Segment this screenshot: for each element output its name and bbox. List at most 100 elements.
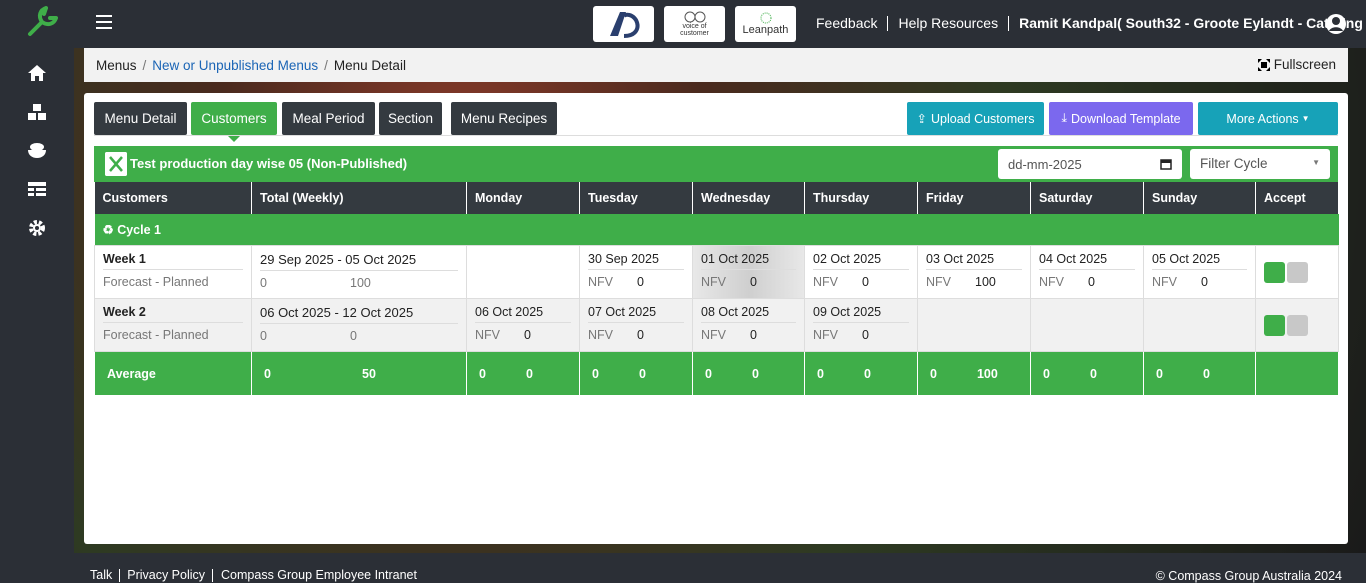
day-cell: 03 Oct 2025 NFV 100 (917, 245, 1031, 299)
upload-customers-button[interactable]: ⇪ Upload Customers (907, 102, 1044, 135)
filter-cycle-select[interactable]: Filter Cycle ▼ (1190, 149, 1330, 179)
user-avatar-icon[interactable] (1325, 13, 1347, 35)
nfv-label: NFV (1039, 275, 1064, 289)
feedback-link[interactable]: Feedback (816, 16, 889, 31)
date-input[interactable]: dd-mm-2025 (998, 149, 1182, 179)
footer-talk-link[interactable]: Talk (90, 569, 121, 582)
day-value[interactable]: 100 (975, 275, 996, 289)
day-value[interactable]: 0 (862, 275, 869, 289)
forecast-value: 0 (260, 329, 267, 343)
avg-a: 0 (705, 366, 712, 381)
header-saturday: Saturday (1030, 182, 1144, 214)
day-value[interactable]: 0 (637, 275, 644, 289)
breadcrumb-current: Menu Detail (333, 57, 406, 73)
nfv-label: NFV (813, 275, 838, 289)
voice-of-customer-logo[interactable]: voice of customer (664, 6, 725, 42)
day-value[interactable]: 0 (1201, 275, 1208, 289)
day-value[interactable]: 0 (862, 328, 869, 342)
header-customers: Customers (94, 182, 252, 214)
accept-cell (1255, 298, 1339, 352)
home-icon[interactable] (26, 62, 48, 84)
average-day: 00 (579, 351, 693, 396)
footer: Talk Privacy Policy Compass Group Employ… (74, 553, 1366, 583)
nfv-label: NFV (701, 275, 726, 289)
edit-icon[interactable] (1264, 315, 1285, 336)
average-accept (1255, 351, 1339, 396)
calendar-icon[interactable] (1160, 158, 1172, 170)
expand-icon (1257, 58, 1270, 71)
day-value[interactable]: 0 (1088, 275, 1095, 289)
day-date: 30 Sep 2025 (588, 252, 684, 270)
avg-a: 0 (592, 366, 599, 381)
day-date: 09 Oct 2025 (813, 305, 909, 323)
avg-b: 100 (976, 366, 998, 381)
tab-menu-detail[interactable]: Menu Detail (94, 102, 187, 135)
breadcrumb-unpublished-menus[interactable]: New or Unpublished Menus (152, 58, 318, 73)
upload-customers-label: Upload Customers (930, 111, 1035, 126)
total-cell: 29 Sep 2025 - 05 Oct 2025 0 100 (251, 245, 467, 299)
table-row-week-1: Week 1 Forecast - Planned 29 Sep 2025 - 0… (94, 245, 1339, 299)
day-cell (466, 245, 580, 299)
planned-value[interactable]: 100 (350, 276, 371, 290)
header-friday: Friday (917, 182, 1031, 214)
week-name: Week 2 (103, 305, 243, 323)
fullscreen-label: Fullscreen (1273, 57, 1336, 72)
tab-meal-period[interactable]: Meal Period (282, 102, 375, 135)
nfv-label: NFV (926, 275, 951, 289)
day-value[interactable]: 0 (524, 328, 531, 342)
tab-divider (94, 135, 1338, 136)
avg-a: 0 (479, 366, 486, 381)
footer-privacy-link[interactable]: Privacy Policy (120, 569, 214, 582)
app-logo-icon[interactable] (24, 4, 60, 40)
avg-b: 0 (638, 366, 646, 381)
breadcrumb-menus[interactable]: Menus (96, 58, 137, 73)
leanpath-logo[interactable]: Leanpath (735, 6, 796, 42)
copy-icon[interactable] (1287, 262, 1308, 283)
date-placeholder: dd-mm-2025 (1008, 157, 1082, 172)
day-date: 06 Oct 2025 (475, 305, 571, 323)
tab-customers[interactable]: Customers (191, 102, 277, 142)
more-actions-dropdown[interactable]: More Actions ▼ (1198, 102, 1338, 135)
day-cell: 05 Oct 2025 NFV 0 (1143, 245, 1256, 299)
edit-icon[interactable] (1264, 262, 1285, 283)
filter-cycle-value: Filter Cycle (1200, 156, 1268, 171)
average-day: 00 (804, 351, 918, 396)
tab-menu-recipes[interactable]: Menu Recipes (451, 102, 557, 135)
download-template-button[interactable]: ⤓ Download Template (1049, 102, 1193, 135)
breadcrumb: Menus / New or Unpublished Menus / Menu … (84, 48, 1348, 82)
food-bowl-icon[interactable] (26, 139, 48, 161)
menu-toggle-icon[interactable] (96, 15, 112, 29)
fullscreen-button[interactable]: Fullscreen (1257, 57, 1336, 72)
ad-brand-logo[interactable] (593, 6, 654, 42)
voice-logo-line1: voice of (682, 23, 707, 30)
header-total-weekly: Total (Weekly) (251, 182, 467, 214)
total-cell: 06 Oct 2025 - 12 Oct 2025 0 0 (251, 298, 467, 352)
menu-detail-card: Menu Detail Customers Meal Period Sectio… (84, 93, 1348, 544)
average-day: 00 (466, 351, 580, 396)
header-sunday: Sunday (1143, 182, 1256, 214)
help-resources-link[interactable]: Help Resources (888, 16, 1010, 31)
user-name[interactable]: Ramit Kandpal( South32 - Groote Eylandt … (1009, 16, 1366, 31)
top-links: Feedback Help Resources Ramit Kandpal( S… (816, 16, 1366, 31)
week-range: 06 Oct 2025 - 12 Oct 2025 (260, 305, 458, 324)
nfv-label: NFV (813, 328, 838, 342)
cycle-cell: ♻ Cycle 1 (94, 214, 1339, 246)
copy-icon[interactable] (1287, 315, 1308, 336)
footer-intranet-link[interactable]: Compass Group Employee Intranet (213, 569, 424, 582)
avg-a: 0 (817, 366, 824, 381)
header-monday: Monday (466, 182, 580, 214)
average-day: 00 (1143, 351, 1256, 396)
table-icon[interactable] (26, 178, 48, 200)
tab-section[interactable]: Section (379, 102, 442, 135)
boxes-icon[interactable] (26, 101, 48, 123)
select-caret-icon: ▼ (1312, 158, 1320, 167)
avg-a: 0 (1043, 366, 1050, 381)
planned-value[interactable]: 0 (350, 329, 357, 343)
average-day: 00 (1030, 351, 1144, 396)
day-value[interactable]: 0 (750, 275, 757, 289)
day-value[interactable]: 0 (637, 328, 644, 342)
day-value[interactable]: 0 (750, 328, 757, 342)
cycle-row: ♻ Cycle 1 (94, 214, 1339, 246)
day-cell: 09 Oct 2025 NFV 0 (804, 298, 918, 352)
settings-gear-icon[interactable] (26, 217, 48, 239)
